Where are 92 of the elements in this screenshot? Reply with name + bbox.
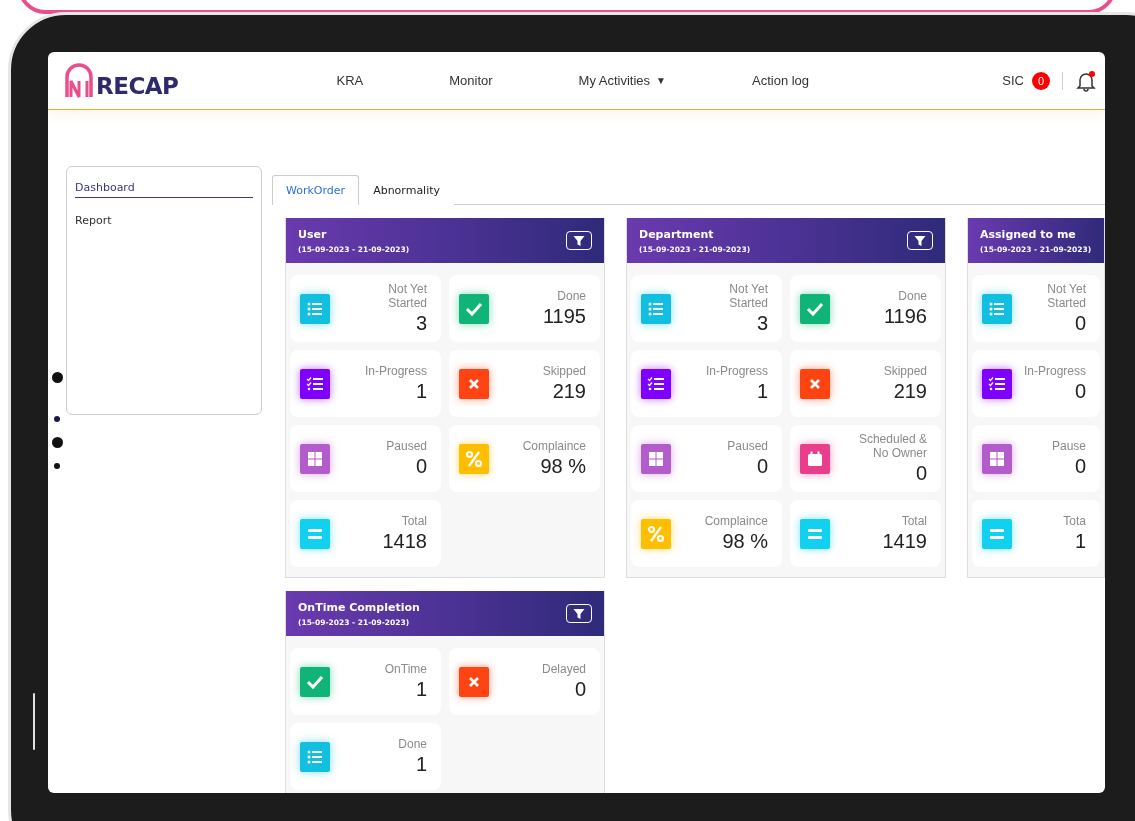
page-dot [52,437,63,448]
stat-value: 0 [574,678,586,701]
stat-value: 0 [1074,312,1086,335]
stat-label: Scheduled & No Owner [857,432,927,460]
list-icon [982,293,1012,324]
filter-button[interactable] [907,231,933,250]
stat-label: Not Yet Started [1046,282,1086,310]
stat-label: Total [401,514,427,528]
filter-icon [573,234,585,247]
page-dot [54,463,60,469]
grid-icon [300,443,330,474]
equals-icon [800,518,830,549]
filter-button[interactable] [566,231,592,250]
cross-icon [459,666,489,697]
grid-icon [982,443,1012,474]
stat-label: Complaince [704,514,768,528]
stat-label: In-Progress [705,364,768,378]
stat-label: Pause [1051,439,1086,453]
stat-label: In-Progress [364,364,427,378]
list-icon [300,741,330,772]
stat-label: Not Yet Started [387,282,427,310]
stat-label: Paused [727,439,768,453]
page-dot [54,416,60,422]
stat-value: 0 [756,455,768,478]
nav-link[interactable]: Action log [744,69,818,92]
stat-value: 3 [415,312,427,335]
percent-icon [641,518,671,549]
stat-value: 1 [415,380,427,403]
stat-label: Delayed [541,662,586,676]
stat-label: Complaince [522,439,586,453]
check-icon [300,666,330,697]
tasks-icon [641,368,671,399]
nav-link[interactable]: My Activities ▼ [570,69,674,92]
page-dot [52,372,63,383]
stat-label: Total [901,514,927,528]
filter-icon [573,607,585,620]
check-icon [459,293,489,324]
list-icon [641,293,671,324]
stat-value: 98 % [540,455,586,478]
stat-label: Skipped [542,364,586,378]
card-title: Assigned to me [980,227,1077,241]
stat-value: 1418 [382,530,427,553]
cross-icon [459,368,489,399]
card-title: User [298,227,328,241]
stat-label: Skipped [883,364,927,378]
stat-label: Not Yet Started [728,282,768,310]
stat-value: 0 [1074,380,1086,403]
stat-value: 1195 [543,305,586,328]
filter-icon [914,234,926,247]
stat-value: 1 [756,380,768,403]
logo-text: RECAP [96,72,179,99]
stat-value: 219 [552,380,586,403]
percent-icon [459,443,489,474]
stat-value: 1 [1074,530,1086,553]
check-icon [800,293,830,324]
card-title: Department [639,227,715,241]
sidebar-item[interactable]: Report [75,212,253,231]
stat-label: Done [557,289,586,303]
stat-value: 0 [415,455,427,478]
tab[interactable]: WorkOrder [272,175,360,205]
equals-icon [982,518,1012,549]
stat-value: 3 [756,312,768,335]
stat-value: 1196 [884,305,927,328]
tasks-icon [982,368,1012,399]
tasks-icon [300,368,330,399]
card-title: OnTime Completion [298,600,420,614]
sidebar-item[interactable]: Dashboard [75,179,253,198]
logo-icon [64,62,94,99]
count-badge: 0 [1032,71,1050,90]
stat-label: Done [398,737,427,751]
grid-icon [641,443,671,474]
stat-value: 1419 [882,530,927,553]
cross-icon [800,368,830,399]
nav-link[interactable]: KRA [328,69,372,92]
stat-value: 98 % [722,530,768,553]
user-label: SIC [1002,73,1024,88]
list-icon [300,293,330,324]
stat-label: Done [898,289,927,303]
stat-label: In-Progress [1023,364,1086,378]
stat-label: OnTime [384,662,427,676]
equals-icon [300,518,330,549]
stat-value: 1 [415,678,427,701]
stat-value: 0 [915,462,927,485]
stat-label: Paused [386,439,427,453]
stat-label: Tota [1063,514,1086,528]
bell-icon[interactable] [1075,69,1097,92]
nav-link[interactable]: Monitor [441,69,501,92]
filter-button[interactable] [566,604,592,623]
stat-value: 0 [1074,455,1086,478]
stat-value: 1 [415,753,427,776]
stat-value: 219 [893,380,927,403]
calendar-icon [800,443,830,474]
